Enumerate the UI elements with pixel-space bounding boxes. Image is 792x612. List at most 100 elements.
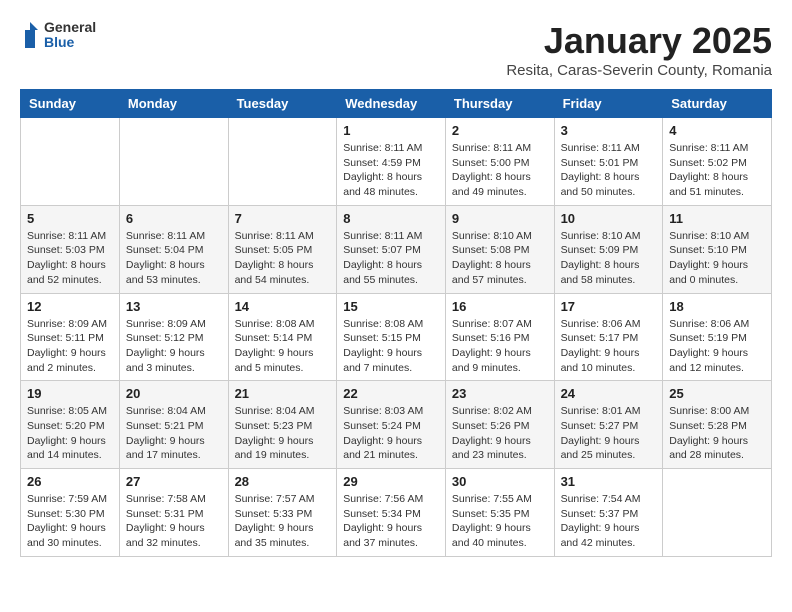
- calendar-week-2: 5 Sunrise: 8:11 AM Sunset: 5:03 PM Daylig…: [21, 205, 772, 293]
- calendar-cell: 4Sunrise: 8:11 AM Sunset: 5:02 PM Daylig…: [663, 118, 772, 206]
- calendar-cell: 9 Sunrise: 8:10 AM Sunset: 5:08 PM Daylig…: [445, 205, 554, 293]
- day-info: Sunrise: 8:04 AM Sunset: 5:21 PM Dayligh…: [126, 404, 222, 463]
- day-info: Sunrise: 8:06 AM Sunset: 5:17 PM Dayligh…: [561, 317, 657, 376]
- day-number: 11: [669, 211, 765, 226]
- day-number: 26: [27, 474, 113, 489]
- logo-icon: [20, 20, 40, 50]
- day-info: Sunrise: 8:11 AM Sunset: 5:07 PM Dayligh…: [343, 229, 439, 288]
- day-number: 18: [669, 299, 765, 314]
- day-info: Sunrise: 7:56 AM Sunset: 5:34 PM Dayligh…: [343, 492, 439, 551]
- weekday-header-sunday: Sunday: [21, 90, 120, 118]
- calendar-cell: 16Sunrise: 8:07 AM Sunset: 5:16 PM Dayli…: [445, 293, 554, 381]
- day-number: 14: [235, 299, 331, 314]
- calendar-cell: 17 Sunrise: 8:06 AM Sunset: 5:17 PM Dayli…: [554, 293, 663, 381]
- day-number: 24: [561, 386, 657, 401]
- calendar-cell: 15 Sunrise: 8:08 AM Sunset: 5:15 PM Dayli…: [337, 293, 446, 381]
- weekday-header-row: SundayMondayTuesdayWednesdayThursdayFrid…: [21, 90, 772, 118]
- day-info: Sunrise: 7:54 AM Sunset: 5:37 PM Dayligh…: [561, 492, 657, 551]
- calendar-cell: 21 Sunrise: 8:04 AM Sunset: 5:23 PM Dayli…: [228, 381, 337, 469]
- day-info: Sunrise: 7:55 AM Sunset: 5:35 PM Dayligh…: [452, 492, 548, 551]
- day-number: 2: [452, 123, 548, 138]
- calendar-table: SundayMondayTuesdayWednesdayThursdayFrid…: [20, 89, 772, 557]
- day-info: Sunrise: 8:00 AM Sunset: 5:28 PM Dayligh…: [669, 404, 765, 463]
- day-number: 12: [27, 299, 113, 314]
- logo-general: General: [44, 20, 96, 35]
- day-number: 21: [235, 386, 331, 401]
- location-subtitle: Resita, Caras-Severin County, Romania: [506, 62, 772, 79]
- day-info: Sunrise: 8:11 AM Sunset: 5:02 PM Dayligh…: [669, 141, 765, 200]
- day-info: Sunrise: 7:59 AM Sunset: 5:30 PM Dayligh…: [27, 492, 113, 551]
- day-number: 27: [126, 474, 222, 489]
- calendar-cell: 27 Sunrise: 7:58 AM Sunset: 5:31 PM Dayli…: [119, 469, 228, 557]
- day-info: Sunrise: 8:09 AM Sunset: 5:11 PM Dayligh…: [27, 317, 113, 376]
- day-info: Sunrise: 8:10 AM Sunset: 5:08 PM Dayligh…: [452, 229, 548, 288]
- day-info: Sunrise: 8:06 AM Sunset: 5:19 PM Dayligh…: [669, 317, 765, 376]
- day-info: Sunrise: 8:10 AM Sunset: 5:09 PM Dayligh…: [561, 229, 657, 288]
- day-number: 1: [343, 123, 439, 138]
- day-info: Sunrise: 8:04 AM Sunset: 5:23 PM Dayligh…: [235, 404, 331, 463]
- day-number: 15: [343, 299, 439, 314]
- calendar-week-4: 19Sunrise: 8:05 AM Sunset: 5:20 PM Dayli…: [21, 381, 772, 469]
- calendar-cell: 23 Sunrise: 8:02 AM Sunset: 5:26 PM Dayli…: [445, 381, 554, 469]
- day-number: 23: [452, 386, 548, 401]
- day-number: 20: [126, 386, 222, 401]
- calendar-cell: [663, 469, 772, 557]
- calendar-cell: 20 Sunrise: 8:04 AM Sunset: 5:21 PM Dayli…: [119, 381, 228, 469]
- calendar-cell: 2 Sunrise: 8:11 AM Sunset: 5:00 PM Daylig…: [445, 118, 554, 206]
- day-number: 31: [561, 474, 657, 489]
- calendar-cell: 26 Sunrise: 7:59 AM Sunset: 5:30 PM Dayli…: [21, 469, 120, 557]
- calendar-cell: 19Sunrise: 8:05 AM Sunset: 5:20 PM Dayli…: [21, 381, 120, 469]
- page-header: General Blue January 2025 Resita, Caras-…: [20, 20, 772, 79]
- day-number: 8: [343, 211, 439, 226]
- day-info: Sunrise: 8:11 AM Sunset: 5:01 PM Dayligh…: [561, 141, 657, 200]
- day-number: 5: [27, 211, 113, 226]
- calendar-cell: 7Sunrise: 8:11 AM Sunset: 5:05 PM Daylig…: [228, 205, 337, 293]
- day-number: 28: [235, 474, 331, 489]
- calendar-cell: 25 Sunrise: 8:00 AM Sunset: 5:28 PM Dayli…: [663, 381, 772, 469]
- calendar-cell: 3 Sunrise: 8:11 AM Sunset: 5:01 PM Daylig…: [554, 118, 663, 206]
- day-info: Sunrise: 8:02 AM Sunset: 5:26 PM Dayligh…: [452, 404, 548, 463]
- calendar-cell: 1 Sunrise: 8:11 AM Sunset: 4:59 PM Daylig…: [337, 118, 446, 206]
- weekday-header-wednesday: Wednesday: [337, 90, 446, 118]
- month-title: January 2025: [506, 20, 772, 62]
- calendar-cell: 14 Sunrise: 8:08 AM Sunset: 5:14 PM Dayli…: [228, 293, 337, 381]
- calendar-cell: 11 Sunrise: 8:10 AM Sunset: 5:10 PM Dayli…: [663, 205, 772, 293]
- title-block: January 2025 Resita, Caras-Severin Count…: [506, 20, 772, 79]
- day-info: Sunrise: 7:58 AM Sunset: 5:31 PM Dayligh…: [126, 492, 222, 551]
- day-info: Sunrise: 8:11 AM Sunset: 5:03 PM Dayligh…: [27, 229, 113, 288]
- weekday-header-monday: Monday: [119, 90, 228, 118]
- day-info: Sunrise: 8:11 AM Sunset: 4:59 PM Dayligh…: [343, 141, 439, 200]
- day-number: 3: [561, 123, 657, 138]
- day-info: Sunrise: 8:03 AM Sunset: 5:24 PM Dayligh…: [343, 404, 439, 463]
- day-info: Sunrise: 8:11 AM Sunset: 5:04 PM Dayligh…: [126, 229, 222, 288]
- calendar-cell: 31 Sunrise: 7:54 AM Sunset: 5:37 PM Dayli…: [554, 469, 663, 557]
- day-info: Sunrise: 8:09 AM Sunset: 5:12 PM Dayligh…: [126, 317, 222, 376]
- calendar-cell: 5 Sunrise: 8:11 AM Sunset: 5:03 PM Daylig…: [21, 205, 120, 293]
- calendar-cell: 10 Sunrise: 8:10 AM Sunset: 5:09 PM Dayli…: [554, 205, 663, 293]
- calendar-cell: [21, 118, 120, 206]
- logo: General Blue: [20, 20, 96, 51]
- weekday-header-tuesday: Tuesday: [228, 90, 337, 118]
- calendar-week-5: 26 Sunrise: 7:59 AM Sunset: 5:30 PM Dayli…: [21, 469, 772, 557]
- day-info: Sunrise: 8:11 AM Sunset: 5:00 PM Dayligh…: [452, 141, 548, 200]
- logo-blue: Blue: [44, 35, 96, 50]
- weekday-header-saturday: Saturday: [663, 90, 772, 118]
- day-info: Sunrise: 8:07 AM Sunset: 5:16 PM Dayligh…: [452, 317, 548, 376]
- day-number: 25: [669, 386, 765, 401]
- day-info: Sunrise: 8:08 AM Sunset: 5:14 PM Dayligh…: [235, 317, 331, 376]
- day-number: 17: [561, 299, 657, 314]
- calendar-cell: 30 Sunrise: 7:55 AM Sunset: 5:35 PM Dayli…: [445, 469, 554, 557]
- calendar-cell: 22Sunrise: 8:03 AM Sunset: 5:24 PM Dayli…: [337, 381, 446, 469]
- weekday-header-friday: Friday: [554, 90, 663, 118]
- calendar-week-3: 12 Sunrise: 8:09 AM Sunset: 5:11 PM Dayli…: [21, 293, 772, 381]
- day-number: 9: [452, 211, 548, 226]
- day-info: Sunrise: 8:11 AM Sunset: 5:05 PM Dayligh…: [235, 229, 331, 288]
- day-info: Sunrise: 8:01 AM Sunset: 5:27 PM Dayligh…: [561, 404, 657, 463]
- weekday-header-thursday: Thursday: [445, 90, 554, 118]
- day-info: Sunrise: 8:10 AM Sunset: 5:10 PM Dayligh…: [669, 229, 765, 288]
- calendar-week-1: 1 Sunrise: 8:11 AM Sunset: 4:59 PM Daylig…: [21, 118, 772, 206]
- day-info: Sunrise: 8:08 AM Sunset: 5:15 PM Dayligh…: [343, 317, 439, 376]
- day-number: 10: [561, 211, 657, 226]
- calendar-cell: 8 Sunrise: 8:11 AM Sunset: 5:07 PM Daylig…: [337, 205, 446, 293]
- day-number: 30: [452, 474, 548, 489]
